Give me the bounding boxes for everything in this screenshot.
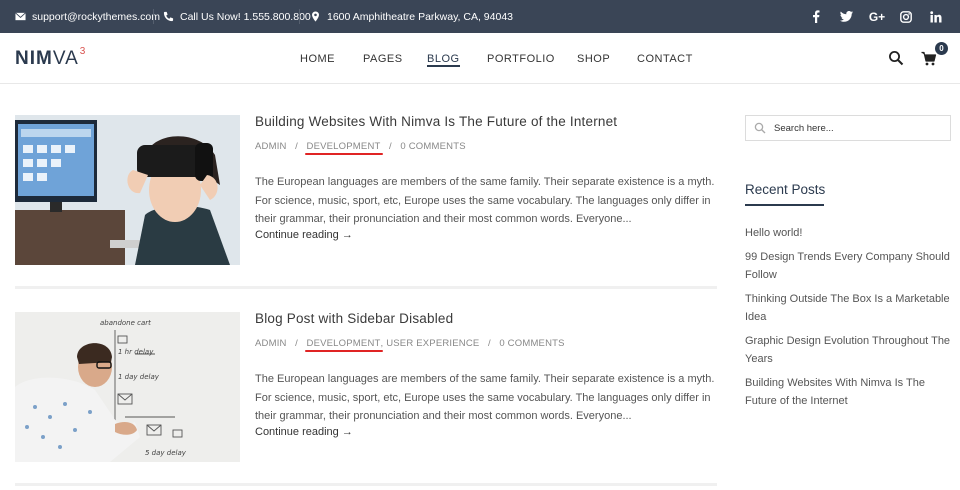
nav-home[interactable]: HOME	[300, 33, 335, 84]
post-2-author[interactable]: ADMIN	[255, 338, 287, 349]
map-marker-icon	[312, 11, 319, 22]
topbar-email-text: support@rockythemes.com	[32, 10, 160, 23]
whiteboard-text: 5 day delay	[145, 449, 187, 457]
post-1-author[interactable]: ADMIN	[255, 141, 287, 152]
recent-post-link[interactable]: Graphic Design Evolution Throughout The …	[745, 332, 955, 368]
post-divider	[15, 483, 717, 486]
logo-superscript: 3	[79, 45, 87, 57]
post-2-category[interactable]: DEVELOPMENT	[307, 338, 381, 349]
post-2-title[interactable]: Blog Post with Sidebar Disabled	[255, 311, 453, 326]
post-1-title[interactable]: Building Websites With Nimva Is The Futu…	[255, 114, 617, 129]
meta-separator: /	[289, 338, 304, 349]
meta-separator: /	[289, 141, 304, 152]
nav-portfolio[interactable]: PORTFOLIO	[487, 33, 555, 84]
envelope-icon	[15, 12, 26, 21]
whiteboard-text: 1 day delay	[118, 373, 160, 381]
top-bar: support@rockythemes.com Call Us Now! 1.5…	[0, 0, 960, 33]
main-header: NIMVA3 HOME PAGES BLOG PORTFOLIO SHOP CO…	[0, 33, 960, 84]
recent-posts-title: Recent Posts	[745, 182, 826, 197]
google-plus-icon: G+	[868, 9, 886, 24]
post-1-comments[interactable]: 0 COMMENTS	[400, 141, 465, 152]
whiteboard-text: 1 hr delay	[118, 348, 154, 356]
google-plus-link[interactable]: G+	[866, 0, 888, 33]
facebook-icon	[813, 10, 820, 23]
recent-posts-underline	[745, 204, 824, 206]
post-2-continue-reading[interactable]: Continue reading →	[255, 426, 353, 438]
instagram-icon	[900, 10, 912, 23]
logo-bold: NIM	[15, 48, 53, 69]
twitter-icon	[839, 11, 853, 22]
linkedin-icon	[930, 10, 942, 22]
facebook-link[interactable]	[806, 0, 826, 33]
nav-contact[interactable]: CONTACT	[637, 33, 693, 84]
search-icon[interactable]	[888, 50, 904, 66]
whiteboard-photo: abandone cart 1 hr delay 1 day delay 5 d…	[15, 312, 240, 462]
recent-post-link[interactable]: 99 Design Trends Every Company Should Fo…	[745, 248, 955, 284]
recent-post-link[interactable]: Thinking Outside The Box Is a Marketable…	[745, 290, 955, 326]
post-1-meta: ADMIN / DEVELOPMENT / 0 COMMENTS	[255, 141, 466, 152]
sidebar-search-input[interactable]	[774, 119, 946, 137]
topbar-address: 1600 Amphitheatre Parkway, CA, 94043	[310, 0, 513, 33]
recent-post-link[interactable]: Building Websites With Nimva Is The Futu…	[745, 374, 955, 410]
phone-icon	[163, 11, 174, 22]
site-logo[interactable]: NIMVA3	[15, 45, 87, 70]
nav-shop[interactable]: SHOP	[577, 33, 610, 84]
twitter-link[interactable]	[836, 0, 856, 33]
topbar-phone-text: Call Us Now! 1.555.800.800	[180, 10, 311, 23]
whiteboard-text: abandone cart	[100, 319, 151, 327]
search-icon	[754, 122, 766, 134]
topbar-separator	[299, 9, 300, 24]
nav-pages[interactable]: PAGES	[363, 33, 403, 84]
cart-count-badge: 0	[935, 42, 948, 55]
linkedin-link[interactable]	[926, 0, 946, 33]
post-divider	[15, 286, 717, 289]
topbar-email[interactable]: support@rockythemes.com	[15, 0, 160, 33]
post-2-extra-category[interactable]: , USER EXPERIENCE	[381, 338, 480, 349]
sidebar-search	[745, 115, 951, 141]
nav-blog[interactable]: BLOG	[427, 33, 460, 84]
meta-separator: /	[383, 141, 398, 152]
post-1-continue-reading[interactable]: Continue reading →	[255, 229, 353, 241]
post-1-excerpt: The European languages are members of th…	[255, 176, 715, 225]
logo-light: VA	[52, 48, 79, 69]
post-2-comments[interactable]: 0 COMMENTS	[499, 338, 564, 349]
post-2-meta: ADMIN / DEVELOPMENT, USER EXPERIENCE / 0…	[255, 338, 565, 349]
recent-post-link[interactable]: Hello world!	[745, 224, 955, 242]
topbar-phone[interactable]: Call Us Now! 1.555.800.800	[163, 0, 311, 33]
post-1-category[interactable]: DEVELOPMENT	[307, 141, 381, 152]
post-1-featured-image[interactable]	[15, 115, 240, 265]
meta-separator: /	[482, 338, 497, 349]
topbar-separator	[153, 9, 154, 24]
instagram-link[interactable]	[896, 0, 916, 33]
shopping-cart-icon[interactable]	[921, 51, 937, 67]
topbar-address-text: 1600 Amphitheatre Parkway, CA, 94043	[327, 10, 514, 23]
post-2-excerpt: The European languages are members of th…	[255, 373, 715, 422]
vr-headset-photo	[15, 115, 240, 265]
post-2-featured-image[interactable]: abandone cart 1 hr delay 1 day delay 5 d…	[15, 312, 240, 462]
